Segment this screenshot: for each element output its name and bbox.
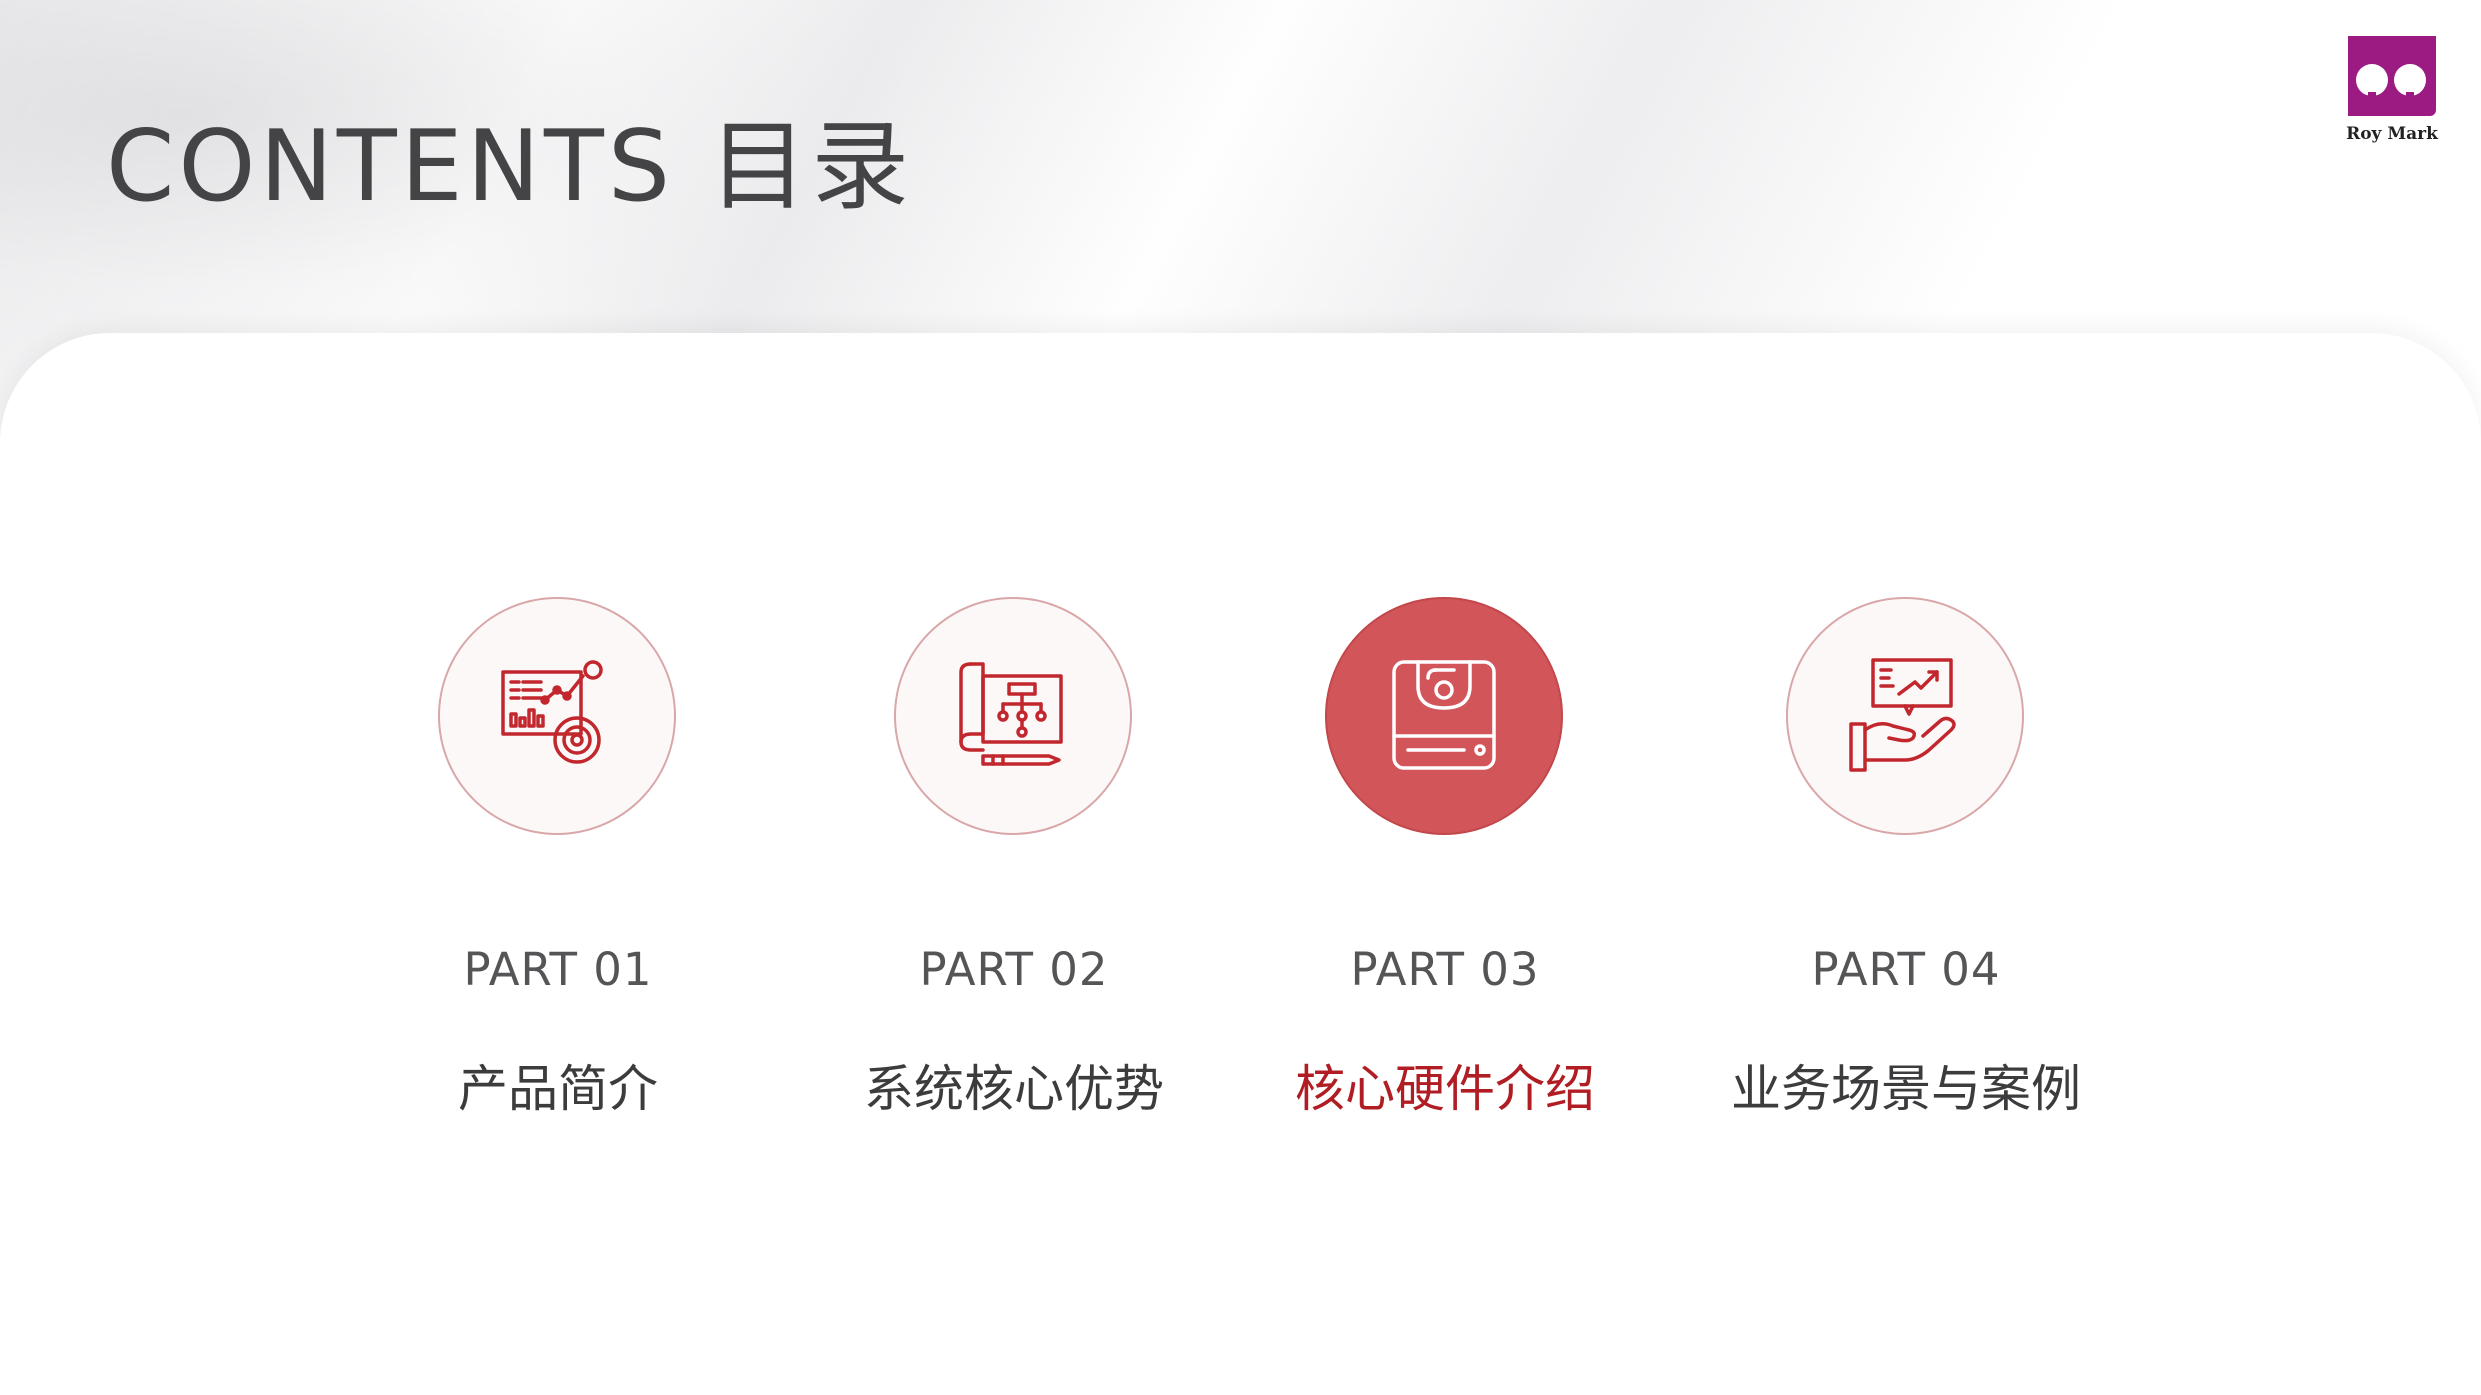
part-number: PART 03 [1350,943,1540,996]
contents-item-04[interactable]: PART 04 业务场景与案例 [1696,597,2116,1118]
hand-presentation-icon [1849,658,1956,772]
item-icon-circle [438,597,676,835]
section-label: 核心硬件介绍 [1295,1060,1595,1118]
page-title: CONTENTS 目录 [106,110,914,224]
item-icon-circle [894,597,1132,835]
section-label: 产品简介 [458,1060,658,1118]
item-icon-circle [1325,597,1563,835]
blueprint-flowchart-icon [959,662,1063,766]
section-label: 业务场景与案例 [1731,1060,2081,1118]
contents-item-02[interactable]: PART 02 系统核心优势 [804,597,1224,1118]
item-icon-circle [1786,597,2024,835]
contents-item-03[interactable]: PART 03 核心硬件介绍 [1235,597,1655,1118]
contents-item-01[interactable]: PART 01 产品简介 [348,597,768,1118]
brand-logo: Roy Mark [2338,36,2446,146]
part-number: PART 02 [919,943,1109,996]
part-number: PART 04 [1811,943,2001,996]
part-number: PART 01 [463,943,653,996]
analytics-chart-icon [501,660,603,764]
logo-text: Roy Mark [2346,124,2438,144]
hardware-device-icon [1392,660,1496,770]
section-label: 系统核心优势 [864,1060,1164,1118]
roy-mark-logo-icon [2348,36,2436,116]
